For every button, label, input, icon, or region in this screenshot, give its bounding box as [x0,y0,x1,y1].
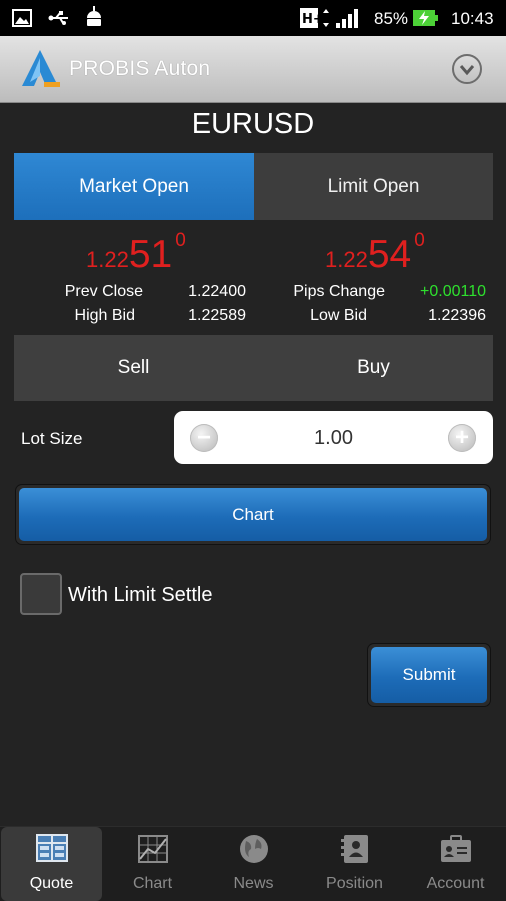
lot-size-input[interactable]: 1.00 [174,427,493,450]
nav-account[interactable]: Account [405,827,506,901]
sell-price-fraction: 0 [175,230,186,251]
app-title: PROBIS Auton [69,57,211,80]
high-bid-value: 1.22589 [188,307,246,324]
plus-icon: + [454,424,469,451]
limit-settle-checkbox[interactable] [20,573,62,615]
sell-buy-bar: Sell Buy [14,335,493,401]
low-bid-label: Low Bid [310,307,367,324]
lot-size-stepper: − 1.00 + [174,411,493,464]
submit-button[interactable]: Submit [367,643,491,707]
high-bid-label: High Bid [74,307,135,324]
chart-icon [138,835,168,863]
nav-news[interactable]: News [203,827,304,901]
hplus-signal-icon: H+ [300,8,358,28]
app-header: PROBIS Auton [0,36,506,103]
buy-price-pips: 54 [367,233,412,276]
tab-limit-open[interactable]: Limit Open [254,153,493,220]
buy-button[interactable]: Buy [254,335,493,401]
status-bar: H+ 85% 10:43 [0,0,506,36]
nav-news-label: News [233,875,274,892]
increment-button[interactable]: + [448,424,476,452]
nav-account-label: Account [426,875,485,892]
limit-settle-label: With Limit Settle [68,584,213,606]
tab-market-open[interactable]: Market Open [14,153,254,220]
sell-price-pips: 51 [128,233,173,276]
nav-position-label: Position [326,875,383,892]
lot-size-label: Lot Size [21,429,83,448]
chart-button[interactable]: Chart [15,484,491,545]
battery-percent: 85% [374,9,409,28]
position-icon [341,835,368,863]
clock: 10:43 [451,9,494,28]
pips-change-value: +0.00110 [420,283,486,300]
prev-close-value: 1.22400 [188,283,246,300]
chart-button-label: Chart [19,488,487,541]
symbol-title: EURUSD [191,108,315,140]
submit-button-label: Submit [371,647,487,703]
nav-quote-label: Quote [29,875,74,892]
probis-logo-icon [22,50,60,87]
buy-price-prefix: 1.22 [325,247,368,272]
quote-icon [36,834,68,862]
account-icon [441,835,471,862]
buy-price-fraction: 0 [414,230,425,251]
svg-text:H+: H+ [302,12,324,27]
pips-change-label: Pips Change [293,283,385,300]
android-icon [87,6,101,26]
nav-quote[interactable]: Quote [1,827,102,901]
globe-icon [240,835,268,863]
sell-button[interactable]: Sell [14,335,253,401]
image-icon [12,9,32,27]
prev-close-label: Prev Close [64,283,143,300]
battery-charging-icon [413,10,438,26]
usb-icon [48,11,68,25]
sell-price-prefix: 1.22 [86,247,129,272]
bottom-nav: Quote Chart News Position Account [0,826,506,901]
nav-chart-label: Chart [132,875,173,892]
buy-price: 1.2254 0 [325,230,425,277]
chevron-down-circle-icon [459,65,475,76]
nav-position[interactable]: Position [304,827,405,901]
low-bid-value: 1.22396 [428,307,486,324]
menu-button[interactable] [452,54,482,84]
nav-chart[interactable]: Chart [102,827,203,901]
sell-price: 1.2251 0 [86,230,186,277]
